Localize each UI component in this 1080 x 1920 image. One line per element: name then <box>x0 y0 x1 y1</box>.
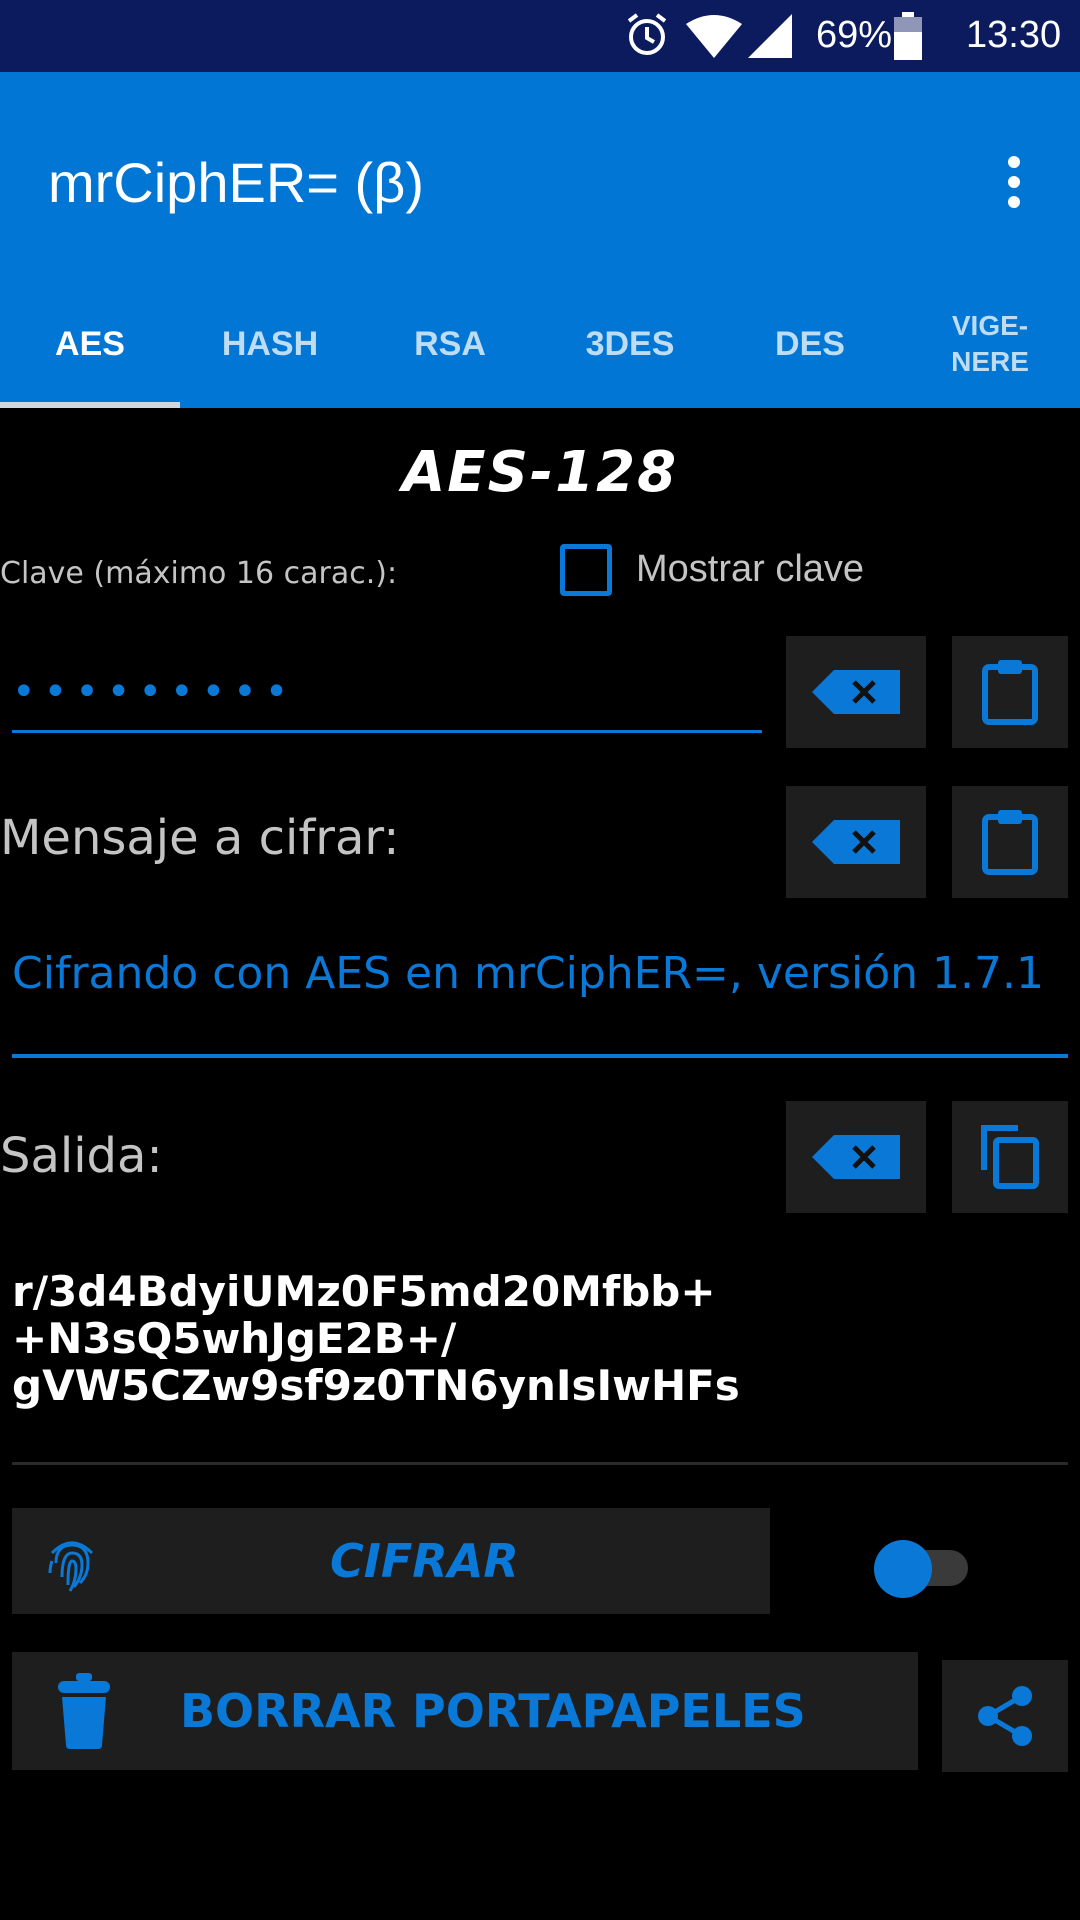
tab-label: DES <box>775 324 845 363</box>
show-key-label: Mostrar clave <box>636 548 865 590</box>
clear-output-button[interactable] <box>786 1101 926 1213</box>
tab-des[interactable]: DES <box>720 286 900 402</box>
clipboard-icon <box>982 660 1038 725</box>
share-icon <box>978 1686 1032 1746</box>
app-title: mrCiphER= (β) <box>48 151 425 214</box>
tab-3des[interactable]: 3DES <box>540 286 720 402</box>
tab-rsa[interactable]: RSA <box>360 286 540 402</box>
clear-message-button[interactable] <box>786 786 926 898</box>
tab-label: VIGE- <box>951 310 1029 341</box>
share-button[interactable] <box>942 1660 1068 1772</box>
message-input[interactable]: Cifrando con AES en mrCiphER=, versión 1… <box>12 950 1068 1058</box>
tab-hash[interactable]: HASH <box>180 286 360 402</box>
show-key-checkbox[interactable] <box>560 544 612 596</box>
backspace-icon <box>812 670 900 714</box>
clear-key-button[interactable] <box>786 636 926 748</box>
toggle-thumb <box>874 1540 932 1598</box>
output-line: +N3sQ5whJgE2B+/ <box>12 1314 457 1363</box>
mode-toggle[interactable] <box>870 1540 974 1598</box>
tab-label: RSA <box>414 324 486 363</box>
tab-label: 3DES <box>585 324 675 363</box>
divider <box>12 1462 1068 1465</box>
paste-key-button[interactable] <box>952 636 1068 748</box>
clear-clipboard-button[interactable]: BORRAR PORTAPAPELES <box>12 1652 918 1770</box>
key-label: Clave (máximo 16 carac.): <box>0 556 398 591</box>
clear-clipboard-label: BORRAR PORTAPAPELES <box>180 1684 806 1738</box>
encrypt-button[interactable]: CIFRAR <box>12 1508 770 1614</box>
copy-icon <box>981 1125 1039 1189</box>
output-line: gVW5CZw9sf9z0TN6ynIsIwHFs <box>12 1361 740 1410</box>
encrypt-button-label: CIFRAR <box>330 1534 519 1588</box>
tab-label-line2: NERE <box>951 346 1029 377</box>
backspace-icon <box>812 820 900 864</box>
fingerprint-icon <box>48 1541 94 1592</box>
section-title: AES-128 <box>401 440 679 505</box>
tab-indicator <box>0 402 180 408</box>
paste-message-button[interactable] <box>952 786 1068 898</box>
backspace-icon <box>812 1135 900 1179</box>
alarm-icon <box>627 13 667 55</box>
clock: 13:30 <box>966 14 1062 56</box>
message-input-value: Cifrando con AES en mrCiphER=, versión 1… <box>12 948 1044 999</box>
output-text: r/3d4BdyiUMz0F5md20Mfbb+ +N3sQ5whJgE2B+/… <box>12 1268 1068 1409</box>
key-input[interactable]: ••••••••• <box>12 664 762 733</box>
wifi-icon <box>686 15 742 58</box>
cell-signal-icon <box>748 14 792 58</box>
tab-label: AES <box>55 324 125 363</box>
status-bar: 69% 13:30 <box>0 0 1080 72</box>
trash-icon <box>58 1673 110 1749</box>
battery-percent: 69% <box>816 14 893 56</box>
clipboard-icon <box>982 810 1038 875</box>
key-input-value: ••••••••• <box>12 669 297 715</box>
output-label: Salida: <box>0 1128 163 1184</box>
output-line: r/3d4BdyiUMz0F5md20Mfbb+ <box>12 1267 716 1316</box>
tab-label: HASH <box>221 324 319 363</box>
battery-icon <box>894 12 922 60</box>
tab-vigenere[interactable]: VIGE- NERE <box>900 286 1080 402</box>
tab-aes[interactable]: AES <box>0 286 180 402</box>
copy-output-button[interactable] <box>952 1101 1068 1213</box>
message-label: Mensaje a cifrar: <box>0 810 400 866</box>
overflow-menu-icon[interactable] <box>1000 154 1028 210</box>
